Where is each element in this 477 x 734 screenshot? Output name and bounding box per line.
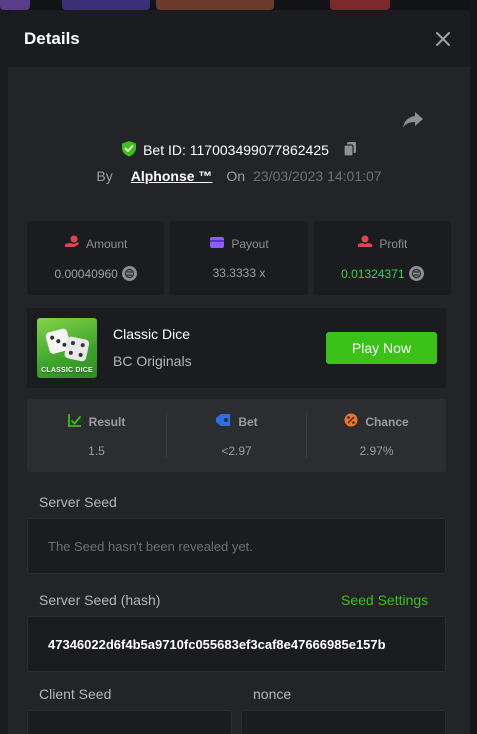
stat-value: 0.01324371 xyxy=(341,266,405,281)
money-hand-icon xyxy=(64,235,80,252)
nonce-field[interactable] xyxy=(241,710,446,734)
shield-check-icon xyxy=(121,140,137,160)
bet-id-row: Bet ID: 117003499077862425 xyxy=(8,140,470,160)
bet-label: Bet xyxy=(238,414,258,429)
result-column: Result 1.5 xyxy=(27,399,166,472)
on-label: On xyxy=(226,168,246,184)
bet-id: Bet ID: 117003499077862425 xyxy=(143,142,329,158)
game-provider: BC Originals xyxy=(113,353,192,369)
stat-value: 0.00040960 xyxy=(54,266,118,281)
result-label: Result xyxy=(88,414,126,429)
background-game-tile xyxy=(62,0,150,10)
stat-amount: Amount 0.00040960 xyxy=(27,221,165,295)
bet-result-panel: Result 1.5 Bet <2.97 Chance 2.97% xyxy=(27,399,446,472)
background-game-tile xyxy=(156,0,274,10)
chance-column: Chance 2.97% xyxy=(307,399,446,472)
game-name: Classic Dice xyxy=(113,326,191,342)
user-name-link[interactable]: Alphonse ™ xyxy=(131,168,213,184)
game-card: CLASSIC DICE Classic Dice BC Originals P… xyxy=(27,308,446,388)
chart-check-icon xyxy=(67,413,82,430)
client-seed-field[interactable] xyxy=(27,710,232,734)
bet-details-modal: Details Bet ID: 117003499077862425 By Al… xyxy=(8,10,470,734)
stat-value: 33.3333 x xyxy=(212,266,266,280)
server-hash-field[interactable]: 47346022d6f4b5a9710fc055683ef3caf8e47666… xyxy=(27,616,446,672)
nonce-label: nonce xyxy=(253,686,292,702)
server-seed-field[interactable]: The Seed hasn't been revealed yet. xyxy=(27,518,446,574)
by-label: By xyxy=(96,168,113,184)
result-value: 1.5 xyxy=(88,444,105,458)
client-seed-label: Client Seed xyxy=(39,686,112,702)
seed-settings-link[interactable]: Seed Settings xyxy=(341,592,428,608)
bet-stats: Amount 0.00040960 Payout 33.3333 x Profi… xyxy=(27,221,451,295)
background-left-strip xyxy=(0,0,8,734)
game-thumbnail-text: CLASSIC DICE xyxy=(41,367,93,374)
play-now-button[interactable]: Play Now xyxy=(326,332,437,364)
server-seed-label: Server Seed xyxy=(39,494,117,510)
stat-label: Amount xyxy=(85,236,128,251)
stat-label: Profit xyxy=(379,236,408,251)
background-right-strip xyxy=(470,0,477,734)
game-thumbnail[interactable]: CLASSIC DICE xyxy=(37,318,97,378)
share-icon[interactable] xyxy=(402,110,424,130)
coins-hand-icon xyxy=(357,235,373,252)
coin-icon xyxy=(121,266,137,281)
copy-icon[interactable] xyxy=(343,141,357,160)
close-icon[interactable] xyxy=(432,28,454,50)
chance-label: Chance xyxy=(365,414,409,429)
tag-icon xyxy=(215,413,231,430)
coin-icon xyxy=(408,266,424,281)
server-hash-label: Server Seed (hash) xyxy=(39,592,161,608)
wallet-icon xyxy=(209,236,225,252)
modal-title: Details xyxy=(24,28,80,48)
percent-icon xyxy=(344,413,358,430)
bet-value: <2.97 xyxy=(221,444,252,458)
stat-payout: Payout 33.3333 x xyxy=(170,221,308,295)
bet-column: Bet <2.97 xyxy=(167,399,306,472)
background-game-tile xyxy=(330,0,390,10)
background-game-tile xyxy=(0,0,30,10)
stat-label: Payout xyxy=(231,237,269,251)
stat-profit: Profit 0.01324371 xyxy=(313,221,451,295)
chance-value: 2.97% xyxy=(359,444,394,458)
bet-date: 23/03/2023 14:01:07 xyxy=(253,168,382,184)
bet-author-row: By Alphonse ™ On 23/03/2023 14:01:07 xyxy=(8,168,470,184)
modal-header: Details xyxy=(8,10,470,67)
